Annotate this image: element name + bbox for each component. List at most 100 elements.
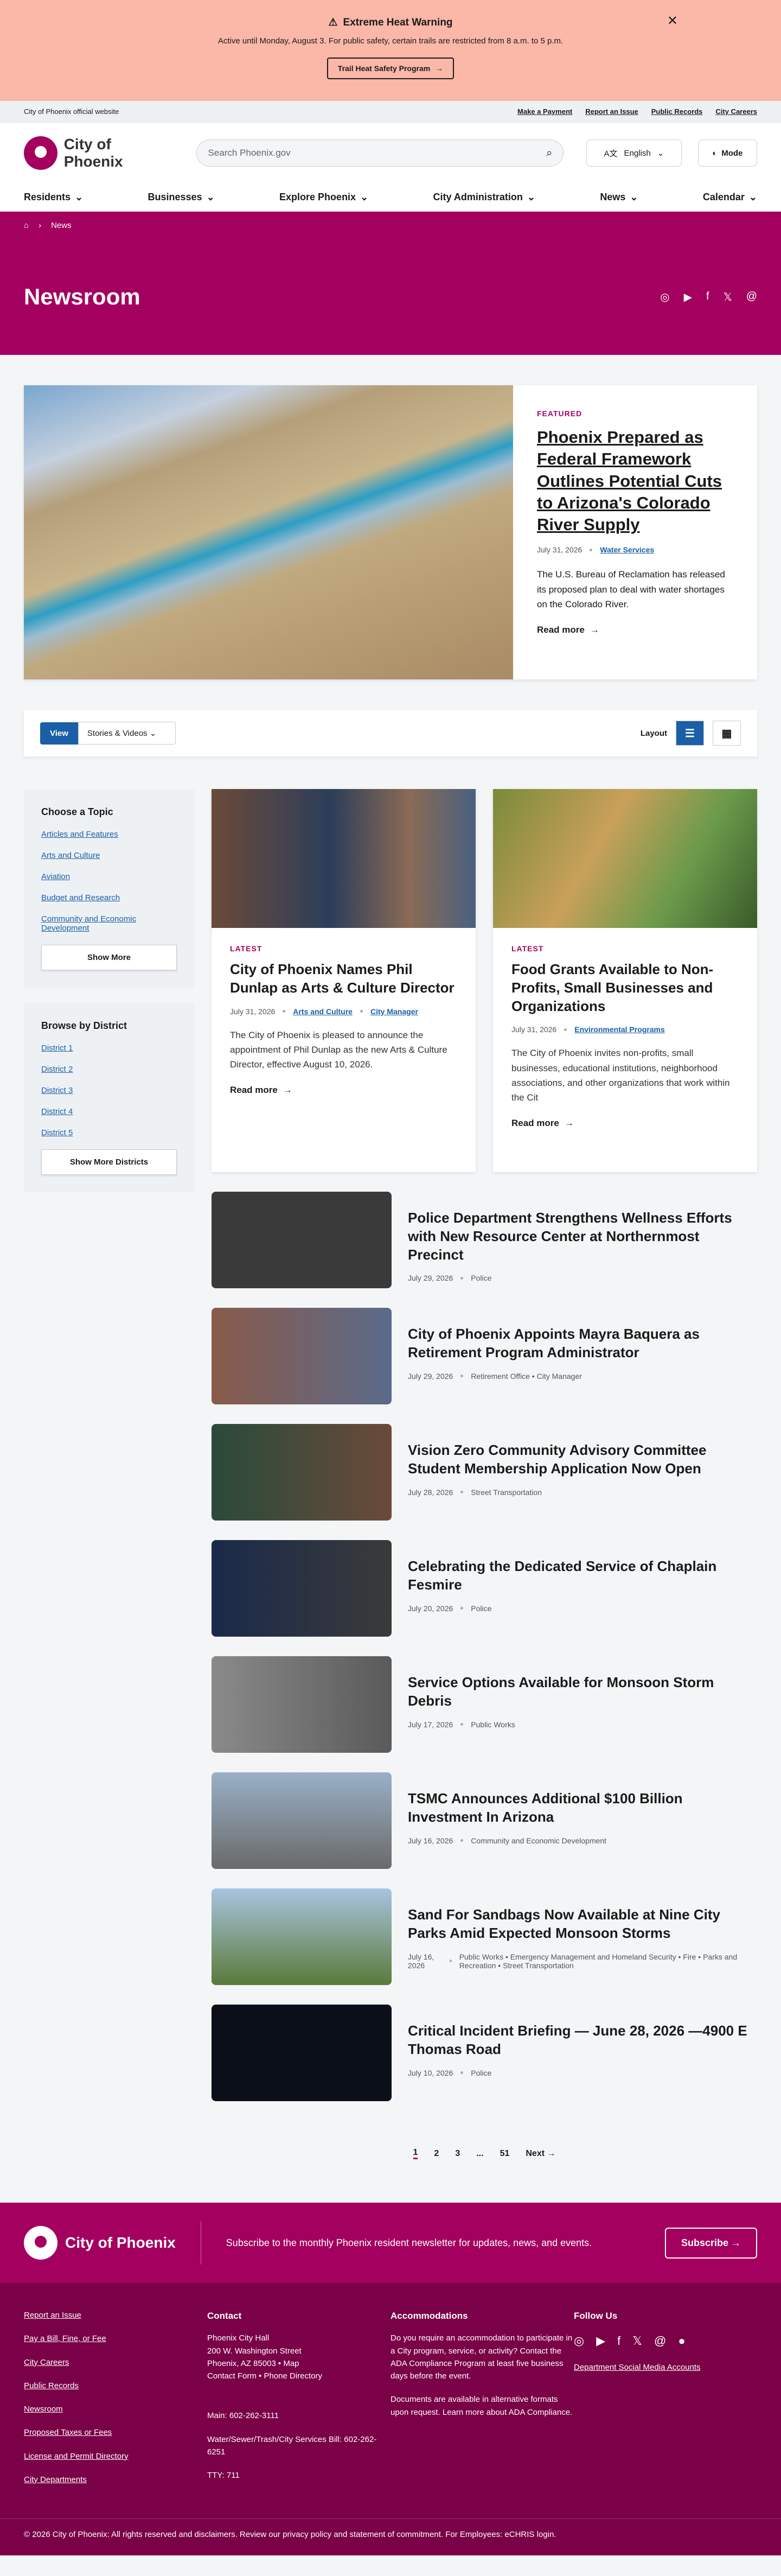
footer-link[interactable]: Report an Issue bbox=[24, 2309, 207, 2321]
x-icon[interactable]: 𝕏 bbox=[632, 2332, 642, 2350]
item-title[interactable]: City of Phoenix Appoints Mayra Baquera a… bbox=[408, 1325, 757, 1362]
item-image[interactable] bbox=[212, 1308, 392, 1404]
page-link[interactable]: 3 bbox=[455, 2149, 460, 2159]
topic-link[interactable]: Budget and Research bbox=[41, 893, 177, 902]
topic-link[interactable]: Arts and Culture bbox=[41, 851, 177, 860]
contrast-icon: ◐ bbox=[712, 148, 718, 158]
item-image[interactable] bbox=[212, 1424, 392, 1521]
facebook-icon[interactable]: f bbox=[706, 290, 709, 304]
search-input[interactable]: Search Phoenix.gov ⌕ bbox=[196, 139, 564, 167]
footer-link[interactable]: Proposed Taxes or Fees bbox=[24, 2426, 207, 2439]
district-link[interactable]: District 1 bbox=[41, 1044, 177, 1053]
card-image[interactable] bbox=[212, 789, 476, 928]
footer-link[interactable]: City Departments bbox=[24, 2473, 207, 2486]
card-tag[interactable]: Environmental Programs bbox=[574, 1025, 665, 1034]
featured-image[interactable] bbox=[24, 385, 513, 679]
featured-tag[interactable]: Water Services bbox=[600, 545, 654, 554]
footer-link[interactable]: Pay a Bill, Fine, or Fee bbox=[24, 2332, 207, 2345]
threads-icon[interactable]: @ bbox=[654, 2332, 666, 2350]
footer-link[interactable]: Public Records bbox=[24, 2380, 207, 2392]
nav-calendar[interactable]: Calendar ⌄ bbox=[703, 192, 757, 203]
city-careers-link[interactable]: City Careers bbox=[715, 107, 757, 116]
item-title[interactable]: Police Department Strengthens Wellness E… bbox=[408, 1209, 757, 1264]
footer-logo[interactable]: City of Phoenix bbox=[24, 2221, 201, 2265]
page-link[interactable]: 51 bbox=[500, 2149, 510, 2159]
public-records-link[interactable]: Public Records bbox=[651, 107, 703, 116]
main-phone[interactable]: Main: 602-262-3111 bbox=[207, 2409, 390, 2422]
show-more-districts-button[interactable]: Show More Districts bbox=[41, 1149, 177, 1175]
featured-read-more[interactable]: Read more → bbox=[537, 625, 599, 635]
x-icon[interactable]: 𝕏 bbox=[724, 290, 732, 304]
report-issue-link[interactable]: Report an Issue bbox=[585, 107, 638, 116]
card-tag[interactable]: City Manager bbox=[370, 1007, 418, 1016]
view-type-select[interactable]: Stories & Videos ⌄ bbox=[78, 722, 176, 745]
nav-explore[interactable]: Explore Phoenix ⌄ bbox=[279, 192, 368, 203]
nav-residents[interactable]: Residents ⌄ bbox=[24, 192, 83, 203]
separator-dot bbox=[460, 1491, 464, 1494]
district-link[interactable]: District 3 bbox=[41, 1086, 177, 1095]
warning-icon: ⚠ bbox=[328, 17, 338, 28]
card-tag[interactable]: Arts and Culture bbox=[293, 1007, 353, 1016]
district-link[interactable]: District 4 bbox=[41, 1107, 177, 1116]
tty-phone[interactable]: TTY: 711 bbox=[207, 2469, 390, 2482]
nav-businesses[interactable]: Businesses ⌄ bbox=[148, 192, 215, 203]
nav-city-admin[interactable]: City Administration ⌄ bbox=[433, 192, 535, 203]
item-title[interactable]: Vision Zero Community Advisory Committee… bbox=[408, 1441, 757, 1478]
footer-link[interactable]: City Careers bbox=[24, 2356, 207, 2369]
close-icon[interactable]: ✕ bbox=[667, 13, 678, 29]
topic-link[interactable]: Articles and Features bbox=[41, 830, 177, 839]
footer-link[interactable]: Newsroom bbox=[24, 2403, 207, 2415]
instagram-icon[interactable]: ◎ bbox=[574, 2332, 584, 2350]
item-title[interactable]: Celebrating the Dedicated Service of Cha… bbox=[408, 1557, 757, 1594]
search-placeholder: Search Phoenix.gov bbox=[208, 148, 291, 158]
card-image[interactable] bbox=[493, 789, 757, 928]
topic-link[interactable]: Community and Economic Development bbox=[41, 914, 177, 933]
show-more-button[interactable]: Show More bbox=[41, 945, 177, 970]
nav-news[interactable]: News ⌄ bbox=[600, 192, 638, 203]
instagram-icon[interactable]: ◎ bbox=[660, 290, 669, 304]
alert-title-row: ⚠ Extreme Heat Warning bbox=[0, 16, 781, 29]
item-date: July 10, 2026 bbox=[408, 2068, 453, 2077]
threads-icon[interactable]: @ bbox=[746, 290, 757, 304]
item-image[interactable] bbox=[212, 1888, 392, 1985]
item-title[interactable]: Critical Incident Briefing — June 28, 20… bbox=[408, 2022, 757, 2059]
item-image[interactable] bbox=[212, 1656, 392, 1753]
card-title[interactable]: City of Phoenix Names Phil Dunlap as Art… bbox=[230, 961, 457, 997]
card-read-more[interactable]: Read more → bbox=[511, 1118, 574, 1129]
list-view-icon[interactable]: ☰ bbox=[676, 721, 704, 746]
make-payment-link[interactable]: Make a Payment bbox=[517, 107, 572, 116]
home-icon[interactable]: ⌂ bbox=[24, 221, 29, 230]
item-title[interactable]: Service Options Available for Monsoon St… bbox=[408, 1674, 757, 1710]
footer-link[interactable]: License and Permit Directory bbox=[24, 2450, 207, 2463]
item-title[interactable]: TSMC Announces Additional $100 Billion I… bbox=[408, 1790, 757, 1827]
site-logo[interactable]: City of Phoenix bbox=[24, 136, 174, 170]
follow-title: Follow Us bbox=[574, 2311, 618, 2321]
item-image[interactable] bbox=[212, 1192, 392, 1288]
youtube-icon[interactable]: ▶ bbox=[596, 2332, 605, 2350]
mode-toggle[interactable]: ◐ Mode bbox=[697, 139, 757, 167]
topic-link[interactable]: Aviation bbox=[41, 872, 177, 881]
featured-title[interactable]: Phoenix Prepared as Federal Framework Ou… bbox=[537, 427, 733, 536]
water-phone[interactable]: Water/Sewer/Trash/City Services Bill: 60… bbox=[207, 2433, 390, 2459]
facebook-icon[interactable]: f bbox=[617, 2332, 620, 2350]
district-link[interactable]: District 2 bbox=[41, 1065, 177, 1074]
department-social-link[interactable]: Department Social Media Accounts bbox=[574, 2361, 757, 2374]
page-link[interactable]: 1 bbox=[413, 2148, 418, 2159]
trail-safety-button[interactable]: Trail Heat Safety Program → bbox=[327, 58, 454, 79]
district-link[interactable]: District 5 bbox=[41, 1128, 177, 1137]
item-image[interactable] bbox=[212, 1540, 392, 1637]
card-title[interactable]: Food Grants Available to Non-Profits, Sm… bbox=[511, 961, 739, 1015]
next-page-button[interactable]: Next → bbox=[526, 2149, 555, 2159]
search-icon[interactable]: ⌕ bbox=[546, 147, 552, 160]
district-filter: Browse by District District 1 District 2… bbox=[24, 1003, 194, 1192]
youtube-icon[interactable]: ▶ bbox=[684, 290, 692, 304]
grid-view-icon[interactable]: ▦ bbox=[713, 721, 741, 746]
page-link[interactable]: 2 bbox=[434, 2149, 439, 2159]
reddit-icon[interactable]: ● bbox=[678, 2332, 685, 2350]
subscribe-button[interactable]: Subscribe → bbox=[664, 2227, 757, 2259]
card-read-more[interactable]: Read more → bbox=[230, 1085, 292, 1096]
video-thumbnail[interactable] bbox=[212, 2005, 392, 2101]
item-image[interactable] bbox=[212, 1772, 392, 1869]
item-title[interactable]: Sand For Sandbags Now Available at Nine … bbox=[408, 1906, 757, 1943]
language-select[interactable]: A文 English ⌄ bbox=[586, 139, 682, 167]
